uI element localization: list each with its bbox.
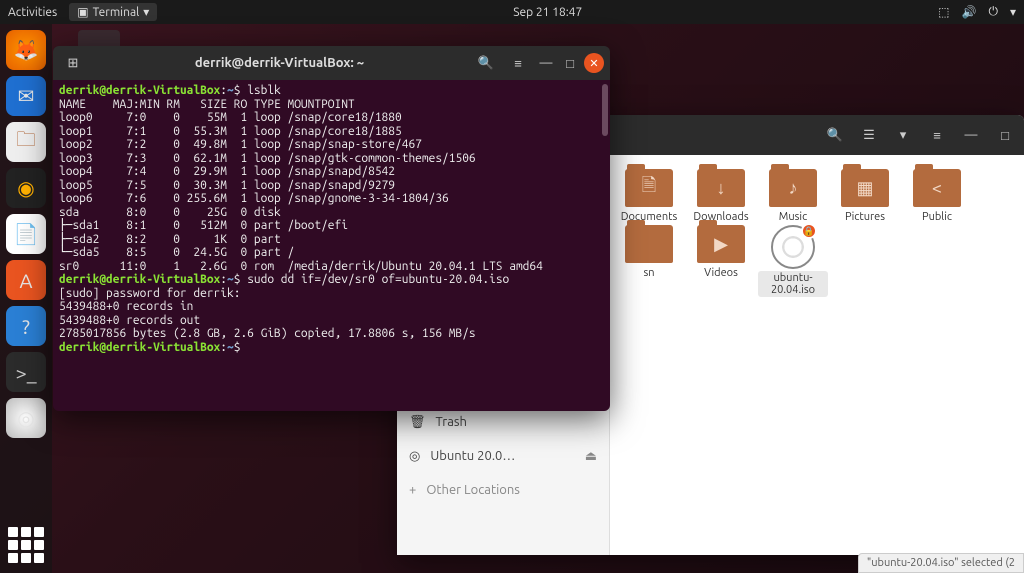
trash-icon: 🗑 [409,415,426,430]
folder-documents[interactable]: 🗎Documents [614,169,684,223]
minimize-icon: — [540,56,553,70]
terminal-output[interactable]: derrik@derrik-VirtualBox:~$ lsblk NAME M… [53,80,610,411]
folder-sn[interactable]: sn [614,225,684,297]
dock-libreoffice[interactable]: 📄 [6,214,46,254]
top-bar: Activities ▣ Terminal ▾ Sep 21 18:47 ⬚ 🔊… [0,0,1024,24]
folder-music[interactable]: ♪Music [758,169,828,223]
dock-help[interactable]: ? [6,306,46,346]
view-options-button[interactable]: ▾ [888,121,918,149]
view-list-button[interactable]: ☰ [854,121,884,149]
list-icon: ☰ [863,128,875,143]
eject-button[interactable]: ⏏ [585,449,597,464]
minimize-button[interactable]: — [956,121,986,149]
clock[interactable]: Sep 21 18:47 [157,6,938,19]
volume-icon[interactable]: 🔊 [962,5,977,19]
new-tab-button[interactable]: ⊞ [59,50,87,76]
dock-terminal[interactable]: >_ [6,352,46,392]
sidebar-item-label: Trash [436,415,467,429]
terminal-icon: ▣ [77,5,88,19]
hamburger-icon: ≡ [514,56,522,71]
hamburger-button[interactable]: ≡ [922,121,952,149]
dock: 🦊 ✉ 🗀 ◉ 📄 A ? >_ ◎ [0,24,52,573]
maximize-icon: □ [1001,128,1009,143]
file-ubuntu-iso[interactable]: 🔒ubuntu-20.04.iso [758,225,828,297]
chevron-down-icon[interactable]: ▾ [1010,5,1016,19]
app-indicator[interactable]: ▣ Terminal ▾ [69,3,157,21]
sidebar-ubuntu-disc[interactable]: ◎ Ubuntu 20.0… ⏏ [397,439,609,473]
app-name: Terminal [93,6,140,19]
sidebar-other-locations[interactable]: + Other Locations [397,473,609,507]
disc-icon: ◎ [409,449,420,464]
folder-downloads[interactable]: ↓Downloads [686,169,756,223]
search-icon: 🔍 [827,128,843,143]
folder-pictures[interactable]: ▦Pictures [830,169,900,223]
terminal-title: derrik@derrik-VirtualBox: ~ [91,56,468,70]
dock-thunderbird[interactable]: ✉ [6,76,46,116]
terminal-window: ⊞ derrik@derrik-VirtualBox: ~ 🔍 ≡ — □ ✕ … [53,46,610,411]
minimize-icon: — [965,128,978,142]
dock-rhythmbox[interactable]: ◉ [6,168,46,208]
files-icon-view[interactable]: 🗎Documents↓Downloads♪Music▦Pictures<Publ… [610,155,1024,555]
show-applications[interactable] [8,527,44,563]
maximize-icon: □ [566,56,574,71]
hamburger-button[interactable]: ≡ [504,50,532,76]
folder-videos[interactable]: ▶Videos [686,225,756,297]
dock-software[interactable]: A [6,260,46,300]
minimize-button[interactable]: — [536,53,556,73]
terminal-headerbar: ⊞ derrik@derrik-VirtualBox: ~ 🔍 ≡ — □ ✕ [53,46,610,80]
sidebar-item-label: Ubuntu 20.0… [430,449,515,463]
close-button[interactable]: ✕ [584,53,604,73]
plus-icon: + [409,483,416,497]
search-button[interactable]: 🔍 [820,121,850,149]
power-icon[interactable]: ⏻ [988,5,998,19]
search-button[interactable]: 🔍 [472,50,500,76]
sidebar-item-label: Other Locations [426,483,520,497]
maximize-button[interactable]: □ [990,121,1020,149]
scrollbar[interactable] [602,84,608,136]
close-icon: ✕ [589,57,598,70]
hamburger-icon: ≡ [933,128,941,143]
new-tab-icon: ⊞ [68,56,79,71]
dock-disc[interactable]: ◎ [6,398,46,438]
chevron-down-icon: ▾ [900,128,907,143]
maximize-button[interactable]: □ [560,53,580,73]
dock-firefox[interactable]: 🦊 [6,30,46,70]
lock-icon: 🔒 [801,223,817,239]
chevron-down-icon: ▾ [143,5,149,19]
search-icon: 🔍 [478,56,494,71]
dock-files[interactable]: 🗀 [6,122,46,162]
network-icon[interactable]: ⬚ [938,5,949,19]
folder-public[interactable]: <Public [902,169,972,223]
activities-button[interactable]: Activities [8,6,57,19]
files-statusbar: "ubuntu-20.04.iso" selected (2 [858,553,1024,573]
